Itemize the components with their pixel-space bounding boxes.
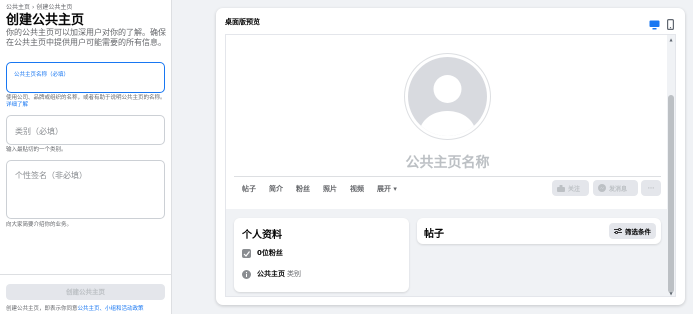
mobile-preview-icon[interactable] [667,15,675,34]
page-preview-frame: 公共主页名称 帖子 简介 粉丝 照片 视频 展开 关注 发消息 ··· [225,34,676,297]
intro-title: 个人资料 [242,230,282,241]
followers-row: 0位粉丝 [242,248,283,258]
followers-count: 0位粉丝 [257,249,283,257]
page-name-label: 公共主页名称（必填） [14,72,70,78]
create-page-button[interactable]: 创建公共主页 [6,284,165,300]
tab-more[interactable]: 展开 [377,184,397,194]
category-input[interactable]: 类别（必填） [6,115,165,145]
more-icon: ··· [647,184,655,192]
follow-label: 关注 [568,185,581,193]
page-category: 类别 [287,270,301,278]
tab-posts[interactable]: 帖子 [242,184,256,194]
tab-about[interactable]: 简介 [269,184,283,194]
bio-placeholder: 个性签名（非必填） [15,171,87,180]
page-name-input[interactable]: 公共主页名称（必填） [6,62,165,93]
page-name-help: 使用公司、品牌或组织的名称，或者有助于说明公共主页的名称。详细了解 [6,95,168,109]
page-title: 创建公共主页 [6,13,85,28]
desktop-preview-icon[interactable] [649,15,660,34]
create-page-panel: 公共主页 › 创建公共主页 创建公共主页 你的公共主页可以加深用户对你的了解。确保在… [0,0,172,314]
filter-label: 筛选条件 [625,228,651,236]
followers-icon [242,248,251,258]
scroll-down-arrow-icon[interactable]: ▼ [668,291,674,296]
footer-divider [0,274,172,275]
profile-avatar [405,54,490,139]
info-icon [242,269,251,279]
tab-photos[interactable]: 照片 [323,184,337,194]
policy-footer: 创建公共主页，即表示你同意公共主页、小组和活动政策 [6,304,144,312]
page-header: 公共主页名称 帖子 简介 粉丝 照片 视频 展开 关注 发消息 ··· [226,35,669,209]
policy-text: 创建公共主页，即表示你同意 [6,306,78,312]
bio-help: 向大家简要介绍你的业务。 [6,222,73,228]
page-tabs: 帖子 简介 粉丝 照片 视频 展开 [242,184,397,194]
bio-textarea[interactable]: 个性签名（非必填） [6,160,165,219]
preview-scrollbar[interactable]: ▲ ▼ [667,35,675,296]
preview-title: 桌面版预览 [225,18,260,26]
learn-more-link[interactable]: 详细了解 [6,102,28,108]
scrollbar-thumb[interactable] [668,95,674,293]
filter-icon [614,228,622,234]
page-label: 公共主页 [257,270,285,278]
tab-followers[interactable]: 粉丝 [296,184,310,194]
message-button[interactable]: 发消息 [593,180,638,196]
posts-title: 帖子 [424,229,444,240]
avatar-placeholder-icon [408,57,487,136]
policy-link[interactable]: 公共主页、小组和活动政策 [78,306,144,312]
intro-card: 个人资料 0位粉丝 公共主页 类别 [234,218,409,292]
follow-button[interactable]: 关注 [552,180,589,196]
header-divider [234,176,661,177]
category-placeholder: 类别（必填） [15,127,63,136]
page-description: 你的公共主页可以加深用户对你的了解。确保在公共主页中提供用户可能需要的所有信息。 [6,28,166,47]
page-name-help-text: 使用公司、品牌或组织的名称，或者有助于说明公共主页的名称。 [6,95,166,101]
messenger-icon [598,184,606,192]
preview-card: 桌面版预览 公共主页名称 帖子 简介 粉丝 照片 视频 展开 ▾ 关注 发消息 … [216,8,685,305]
follow-icon [557,184,565,192]
more-options-button[interactable]: ··· [641,180,661,196]
scroll-up-arrow-icon[interactable]: ▲ [668,37,674,42]
posts-card: 帖子 筛选条件 [417,218,661,244]
filter-button[interactable]: 筛选条件 [609,223,656,239]
tab-videos[interactable]: 视频 [350,184,364,194]
message-label: 发消息 [609,185,628,193]
page-name-preview: 公共主页名称 [405,155,490,171]
page-info-row: 公共主页 类别 [242,269,301,279]
category-help: 输入最贴切的一个类别。 [6,147,67,153]
